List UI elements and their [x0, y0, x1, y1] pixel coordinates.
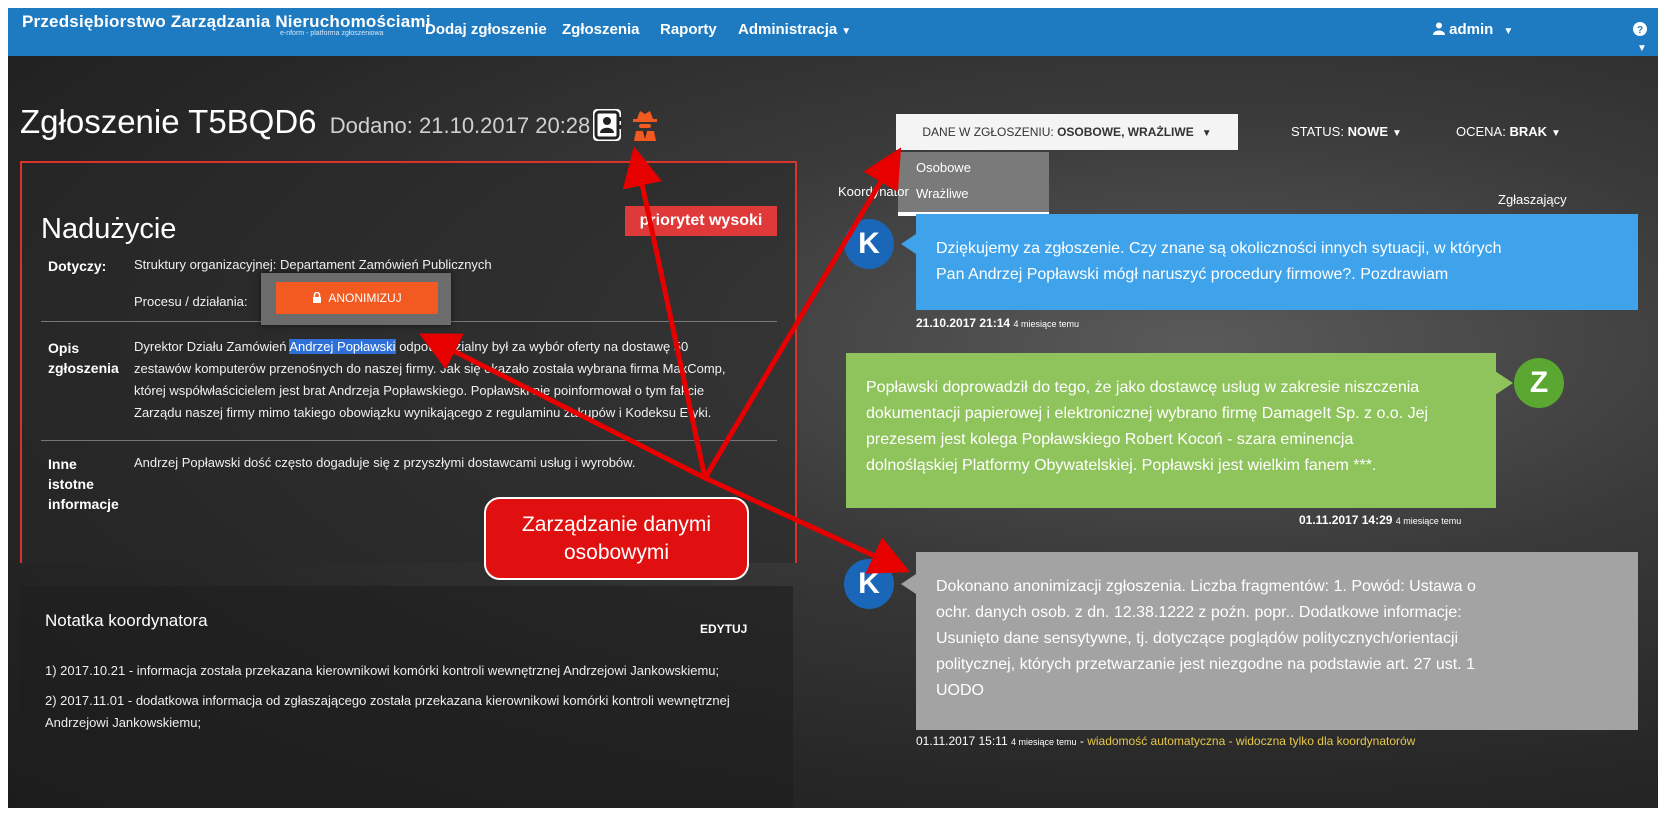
svg-text:?: ? [1637, 25, 1643, 36]
chevron-down-icon: ▼ [1637, 43, 1647, 54]
question-circle-icon: ? [1633, 22, 1647, 36]
priority-badge: priorytet wysoki [625, 206, 777, 236]
page-title: Zgłoszenie T5BQD6 Dodano: 21.10.2017 20:… [20, 103, 590, 141]
message-line: Popławski doprowadził do tego, że jako d… [866, 379, 1420, 396]
anonymize-button[interactable]: ANONIMIZUJ [276, 282, 438, 314]
data-type-dropdown[interactable]: DANE W ZGŁOSZENIU: OSOBOWE, WRAŻLIWE ▼ [896, 114, 1238, 150]
edit-notes-button[interactable]: EDYTUJ [700, 622, 747, 636]
message-meta: 01.11.2017 15:11 4 miesiące temu - wiado… [916, 734, 1416, 748]
auto-message-note: wiadomość automatyczna - widoczna tylko … [1087, 734, 1416, 748]
chevron-down-icon: ▼ [1392, 128, 1402, 139]
status-value: NOWE [1347, 124, 1389, 139]
opis-line-2: zestawów komputerów przenośnych do nasze… [134, 361, 726, 376]
chevron-down-icon: ▼ [1551, 128, 1561, 139]
message-line: politycznej, których przetwarzanie jest … [936, 656, 1475, 673]
divider [41, 440, 777, 441]
rating-value: BRAK [1509, 124, 1548, 139]
note-item: 1) 2017.10.21 - informacja została przek… [45, 663, 720, 678]
inne-value: Andrzej Popławski dość często dogaduje s… [134, 455, 636, 470]
data-type-menu: Osobowe Wrażliwe [898, 152, 1049, 216]
opis-line-3: której współwłaścicielem jest brat Andrz… [134, 383, 705, 398]
callout-line: Zarządzanie danymi [521, 513, 712, 536]
menu-item-sensitive[interactable]: Wrażliwe [916, 186, 969, 201]
brand-subtitle: e-nform - platforma zgłoszeniowa [280, 30, 384, 37]
message-bubble: Dokonano anonimizacji zgłoszenia. Liczba… [916, 552, 1638, 730]
user-name: admin [1449, 21, 1494, 38]
message-line: Pan Andrzej Popławski mógł naruszyć proc… [936, 266, 1449, 283]
opis-label-2: zgłoszenia [48, 360, 119, 376]
rating-dropdown[interactable]: OCENA: BRAK ▼ [1456, 124, 1561, 139]
chevron-down-icon: ▼ [1503, 26, 1514, 37]
message-date: 01.11.2017 15:11 [916, 734, 1008, 748]
highlighted-name[interactable]: Andrzej Popławski [289, 339, 396, 354]
status-label: STATUS: [1291, 124, 1344, 139]
message-ago: 4 miesiące temu [1010, 737, 1077, 747]
notes-title: Notatka koordynatora [45, 611, 208, 630]
help-menu[interactable]: ? ▼ [1633, 21, 1658, 55]
opis-line-1: Dyrektor Działu Zamówień Andrzej Popławs… [134, 336, 688, 358]
brand-title[interactable]: Przedsiębiorstwo Zarządzania Nieruchomoś… [22, 12, 431, 32]
opis-prefix: Dyrektor Działu Zamówień [134, 339, 287, 354]
status-dropdown[interactable]: STATUS: NOWE ▼ [1291, 124, 1402, 139]
bubble-tail [1495, 371, 1513, 395]
avatar-coordinator: K [844, 219, 894, 269]
sensitive-spy-icon[interactable] [631, 109, 659, 141]
message-line: dokumentacji papierowej i elektronicznej… [866, 405, 1429, 422]
message-line: Dokonano anonimizacji zgłoszenia. Liczba… [936, 578, 1476, 595]
callout-line: osobowymi [563, 541, 670, 564]
opis-line-4: Zarządu naszej firmy mimo takiego obowią… [134, 405, 712, 420]
chevron-down-icon: ▼ [1201, 128, 1212, 139]
nav-add-report[interactable]: Dodaj zgłoszenie [425, 21, 547, 38]
user-icon [1433, 22, 1445, 35]
chevron-down-icon: ▼ [841, 26, 852, 37]
note-item-continued: Andrzejowi Jankowskiemu; [45, 715, 202, 730]
message-meta: 01.11.2017 14:29 4 miesiące temu [1299, 513, 1461, 527]
user-menu[interactable]: admin ▼ [1433, 21, 1513, 38]
nav-statistics[interactable]: Raporty [660, 21, 717, 38]
message-date: 21.10.2017 21:14 [916, 316, 1011, 330]
lock-icon [313, 291, 322, 303]
added-date: Dodano: 21.10.2017 20:28 [329, 113, 591, 138]
message-ago: 4 miesiące temu [1013, 319, 1079, 329]
chat-right-header: Zgłaszający [1498, 192, 1567, 207]
message-line: dolnośląskiej Platformy Obywatelskiej. P… [866, 457, 1377, 474]
data-type-label: DANE W ZGŁOSZENIU: [922, 125, 1054, 139]
message-line: Usunięto dane sensytywne, tj. dotyczące … [936, 630, 1459, 647]
menu-item-personal[interactable]: Osobowe [916, 160, 971, 175]
nav-administration-label: Administracja [738, 21, 838, 38]
avatar-coordinator: K [844, 559, 894, 609]
avatar-reporter: Z [1514, 358, 1564, 408]
message-ago: 4 miesiące temu [1395, 516, 1462, 526]
rating-label: OCENA: [1456, 124, 1506, 139]
personal-data-icon[interactable] [593, 109, 621, 141]
message-line: Dziękujemy za zgłoszenie. Czy znane są o… [936, 240, 1502, 257]
annotation-callout: Zarządzanie danymi osobowymi [484, 497, 749, 580]
chat-left-header: Koordynator [838, 184, 909, 199]
message-line: ochr. danych osob. z dn. 12.38.1222 z po… [936, 604, 1462, 621]
anonymize-label: ANONIMIZUJ [328, 291, 402, 305]
message-bubble: Dziękujemy za zgłoszenie. Czy znane są o… [916, 214, 1638, 310]
inne-label-2: istotne [48, 476, 94, 492]
proces-label: Procesu / działania: [134, 294, 248, 309]
inne-label-3: informacje [48, 496, 119, 512]
message-bubble: Popławski doprowadził do tego, że jako d… [846, 353, 1496, 508]
report-category: Nadużycie [41, 213, 177, 245]
message-line: prezesem jest kolega Popławskiego Robert… [866, 431, 1354, 448]
opis-label-1: Opis [48, 340, 80, 356]
message-line: UODO [936, 682, 984, 699]
opis-line-1-rest: odpowiedzialny był za wybór oferty na do… [399, 339, 689, 354]
note-item: 2) 2017.11.01 - dodatkowa informacja od … [45, 693, 730, 708]
top-navbar: Przedsiębiorstwo Zarządzania Nieruchomoś… [8, 8, 1658, 56]
inne-label-1: Inne [48, 456, 77, 472]
nav-administration[interactable]: Administracja ▼ [738, 21, 851, 38]
message-meta: 21.10.2017 21:14 4 miesiące temu [916, 316, 1079, 330]
data-type-value: OSOBOWE, WRAŻLIWE [1057, 125, 1194, 139]
app-window: Przedsiębiorstwo Zarządzania Nieruchomoś… [8, 8, 1658, 808]
message-date: 01.11.2017 14:29 [1299, 513, 1393, 527]
dotyczy-label: Dotyczy: [48, 258, 107, 274]
nav-reports-list[interactable]: Zgłoszenia [562, 21, 640, 38]
report-id: Zgłoszenie T5BQD6 [20, 103, 317, 140]
